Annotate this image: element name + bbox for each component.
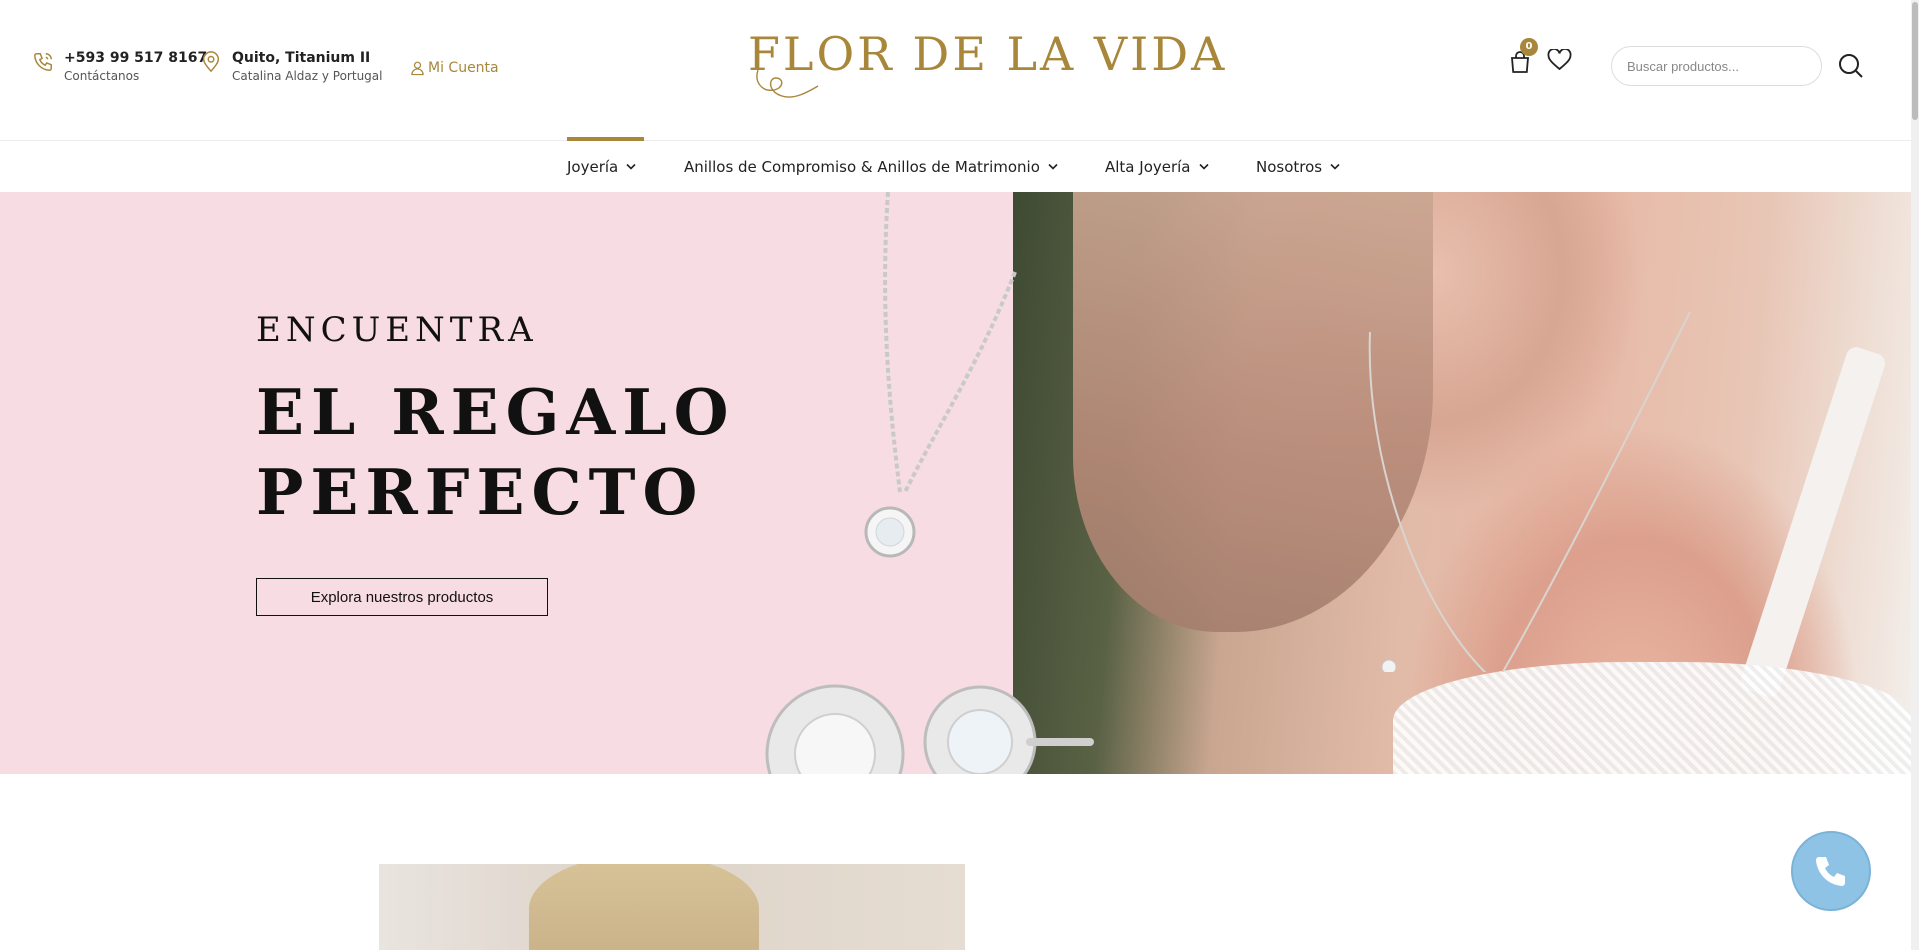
model-pendant-icon — [1368, 312, 1691, 672]
site-logo[interactable]: FLOR DE LA VIDA — [748, 24, 1224, 102]
nav-item-joyeria[interactable]: Joyería — [567, 141, 636, 192]
phone-label: Contáctanos — [64, 69, 140, 83]
nav-label: Joyería — [567, 157, 619, 176]
featured-image — [379, 864, 965, 950]
search-icon[interactable] — [1838, 53, 1864, 79]
chevron-down-icon — [1198, 163, 1209, 170]
nav-label: Nosotros — [1256, 157, 1323, 176]
nav-item-nosotros[interactable]: Nosotros — [1256, 141, 1340, 192]
hero-title: EL REGALO PERFECTO — [256, 375, 736, 529]
nav-item-anillos[interactable]: Anillos de Compromiso & Anillos de Matri… — [684, 141, 1058, 192]
page-scrollbar[interactable] — [1911, 0, 1919, 950]
logo-flourish-icon — [756, 69, 819, 98]
hero-banner: ENCUENTRA EL REGALO PERFECTO Explora nue… — [0, 192, 1911, 774]
my-account-link[interactable]: Mi Cuenta — [410, 60, 499, 76]
necklace-product-icon — [864, 192, 1017, 558]
main-nav: Joyería Anillos de Compromiso & Anillos … — [0, 141, 1911, 192]
nav-label: Alta Joyería — [1105, 157, 1191, 176]
search-input[interactable] — [1611, 46, 1822, 86]
chevron-down-icon — [1330, 163, 1340, 170]
floating-call-button[interactable] — [1791, 831, 1871, 911]
nav-label: Anillos de Compromiso & Anillos de Matri… — [684, 157, 1040, 176]
phone-icon — [34, 53, 52, 71]
store-location[interactable]: Quito, Titanium II Catalina Aldaz y Port… — [200, 48, 382, 84]
chevron-down-icon — [626, 163, 636, 170]
earrings-product-icon — [765, 684, 1094, 774]
explore-products-button[interactable]: Explora nuestros productos — [256, 578, 548, 616]
cart-count-badge: 0 — [1520, 38, 1538, 56]
scrollbar-thumb[interactable] — [1912, 2, 1918, 120]
model-strap — [1738, 344, 1888, 700]
nav-item-alta-joyeria[interactable]: Alta Joyería — [1105, 141, 1209, 192]
nav-active-indicator — [567, 137, 644, 141]
user-icon — [411, 61, 424, 76]
phone-call-icon — [1816, 857, 1845, 886]
site-header: +593 99 517 8167 Contáctanos Quito, Tita… — [0, 0, 1911, 141]
map-pin-icon — [202, 51, 220, 73]
hero-subtitle: ENCUENTRA — [256, 310, 538, 350]
phone-contact[interactable]: +593 99 517 8167 Contáctanos — [32, 48, 207, 84]
model-lace — [1393, 662, 1911, 774]
phone-number: +593 99 517 8167 — [64, 50, 208, 66]
featured-image-model — [529, 864, 759, 950]
location-name: Quito, Titanium II — [232, 50, 371, 66]
chevron-down-icon — [1048, 163, 1058, 170]
my-account-label: Mi Cuenta — [428, 60, 499, 76]
heart-icon[interactable] — [1547, 49, 1572, 71]
location-address: Catalina Aldaz y Portugal — [232, 69, 383, 83]
